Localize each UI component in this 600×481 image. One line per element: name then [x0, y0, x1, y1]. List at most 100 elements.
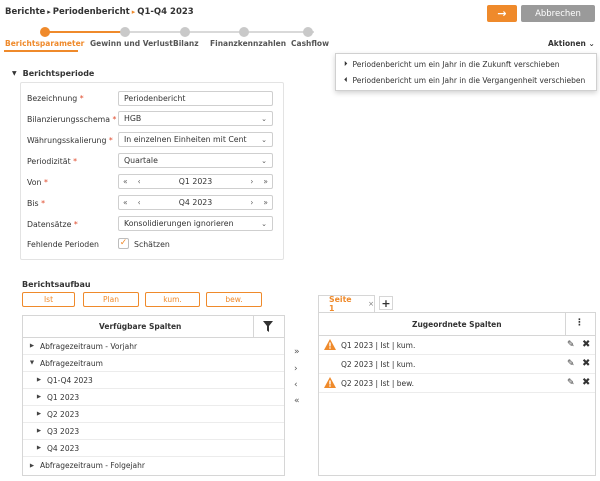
next-button[interactable]: →: [487, 5, 517, 22]
breadcrumb-separator-icon: ▸: [47, 8, 51, 16]
waehrungsskalierung-select[interactable]: In einzelnen Einheiten mit Cent ⌄: [118, 132, 273, 147]
step-berichtsparameter[interactable]: Berichtsparameter: [5, 39, 84, 48]
menu-item-shift-back[interactable]: ⏴ Periodenbericht um ein Jahr in die Ver…: [344, 76, 585, 85]
step-connector: [45, 31, 124, 33]
caret-right-icon: ▶: [36, 411, 42, 417]
label-datensaetze: Datensätze *: [27, 220, 78, 229]
datensaetze-select[interactable]: Konsolidierungen ignorieren ⌄: [118, 216, 273, 231]
kum-button[interactable]: kum.: [145, 292, 200, 307]
warning-icon: [324, 339, 336, 350]
last-icon[interactable]: »: [263, 177, 268, 186]
kebab-menu-icon[interactable]: ⋮: [575, 318, 584, 328]
step-finanzkennzahlen[interactable]: Finanzkennzahlen: [210, 39, 286, 48]
step-dot: [239, 27, 249, 37]
tree-item-q1-q4-2023[interactable]: ▶ Q1-Q4 2023: [23, 372, 284, 389]
next-icon[interactable]: ›: [250, 177, 253, 186]
breadcrumb-item-periodenbericht[interactable]: Periodenbericht: [53, 7, 130, 17]
edit-icon[interactable]: ✎: [567, 340, 575, 350]
tree-item-vorjahr[interactable]: ▶ Abfragezeitraum - Vorjahr: [23, 338, 284, 355]
assigned-row[interactable]: Q2 2023 | Ist | bew. ✎ ✖: [319, 374, 595, 393]
step-bilanz[interactable]: Bilanz: [173, 39, 199, 48]
verfuegbare-spalten-title: Verfügbare Spalten: [99, 322, 182, 331]
menu-item-shift-forward[interactable]: ⏵ Periodenbericht um ein Jahr in die Zuk…: [344, 60, 559, 69]
bilanzierungsschema-select[interactable]: HGB ⌄: [118, 111, 273, 126]
assigned-row[interactable]: Q1 2023 | Ist | kum. ✎ ✖: [319, 336, 595, 355]
tab-label: Seite 1: [329, 295, 352, 313]
delete-icon[interactable]: ✖: [582, 377, 590, 388]
last-icon[interactable]: »: [263, 198, 268, 207]
move-all-left-button[interactable]: «: [294, 396, 300, 406]
delete-icon[interactable]: ✖: [582, 339, 590, 350]
label-von: Von *: [27, 178, 48, 187]
tree-item-label: Abfragezeitraum - Vorjahr: [40, 341, 138, 351]
section-toggle-berichtsperiode[interactable]: ▼ Berichtsperiode: [12, 69, 94, 78]
breadcrumb-item-berichte[interactable]: Berichte: [5, 7, 45, 17]
assigned-row-label: Q1 2023 | Ist | kum.: [341, 341, 416, 350]
step-dot: [303, 27, 313, 37]
step-dot: [120, 27, 130, 37]
filter-icon[interactable]: [263, 321, 273, 332]
header-divider: [253, 316, 254, 338]
actions-dropdown: ⏵ Periodenbericht um ein Jahr in die Zuk…: [335, 53, 597, 91]
periodizitaet-select[interactable]: Quartale ⌄: [118, 153, 273, 168]
step-gewinn-und-verlust[interactable]: Gewinn und Verlust: [90, 39, 173, 48]
caret-right-icon: ▶: [36, 377, 42, 383]
assigned-row[interactable]: Q2 2023 | Ist | kum. ✎ ✖: [319, 355, 595, 374]
first-icon[interactable]: «: [123, 177, 128, 186]
actions-label: Aktionen: [548, 39, 586, 48]
tree-item-q1-2023[interactable]: ▶ Q1 2023: [23, 389, 284, 406]
ist-button[interactable]: Ist: [22, 292, 75, 307]
bis-period-picker: « ‹ Q4 2023 › »: [118, 195, 273, 210]
caret-right-icon: ▶: [29, 343, 35, 349]
label-bezeichnung: Bezeichnung *: [27, 94, 84, 103]
step-connector: [124, 31, 314, 33]
label-bis: Bis *: [27, 199, 45, 208]
step-dot: [180, 27, 190, 37]
actions-menu-button[interactable]: Aktionen ⌄: [548, 39, 595, 48]
move-right-button[interactable]: ›: [294, 364, 298, 374]
bis-value: Q4 2023: [178, 198, 213, 207]
tree-item-q2-2023[interactable]: ▶ Q2 2023: [23, 406, 284, 423]
caret-right-icon: ▶: [36, 394, 42, 400]
step-cashflow[interactable]: Cashflow: [291, 39, 329, 48]
step-dot-active: [40, 27, 50, 37]
tree-item-label: Q3 2023: [47, 426, 80, 436]
prev-icon[interactable]: ‹: [138, 198, 141, 207]
move-left-button[interactable]: ‹: [294, 380, 298, 390]
tree-item-abfragezeitraum[interactable]: ▼ Abfragezeitraum: [23, 355, 284, 372]
cancel-button[interactable]: Abbrechen: [521, 5, 595, 22]
tree-item-label: Q4 2023: [47, 443, 80, 453]
schaetzen-checkbox[interactable]: ✓: [118, 238, 129, 249]
tab-seite-1[interactable]: Seite 1 ×: [318, 295, 375, 313]
menu-item-label: Periodenbericht um ein Jahr in die Zukun…: [352, 60, 560, 69]
add-tab-button[interactable]: +: [379, 296, 393, 310]
next-icon[interactable]: ›: [250, 198, 253, 207]
label-bilanzierungsschema: Bilanzierungsschema *: [27, 115, 117, 124]
breadcrumb: Berichte ▸ Periodenbericht ▸ Q1-Q4 2023: [5, 7, 194, 17]
active-step-underline: [4, 50, 78, 52]
prev-icon[interactable]: ‹: [138, 177, 141, 186]
tree-item-label: Q1 2023: [47, 392, 80, 402]
skip-forward-icon: ⏵: [344, 60, 348, 68]
caret-down-icon: ▼: [29, 360, 35, 366]
close-icon[interactable]: ×: [368, 300, 374, 308]
breadcrumb-item-current: Q1-Q4 2023: [137, 7, 194, 17]
section-title: Berichtsperiode: [22, 69, 95, 78]
tree-item-q4-2023[interactable]: ▶ Q4 2023: [23, 440, 284, 457]
skip-back-icon: ⏴: [344, 76, 348, 84]
first-icon[interactable]: «: [123, 198, 128, 207]
bew-button[interactable]: bew.: [206, 292, 262, 307]
tree-item-folgejahr[interactable]: ▶ Abfragezeitraum - Folgejahr: [23, 457, 284, 474]
edit-icon[interactable]: ✎: [567, 359, 575, 369]
plan-button[interactable]: Plan: [83, 292, 139, 307]
tree-item-label: Q1-Q4 2023: [47, 375, 93, 385]
zugeordnete-spalten-title: Zugeordnete Spalten: [412, 320, 502, 329]
delete-icon[interactable]: ✖: [582, 358, 590, 369]
tree-item-q3-2023[interactable]: ▶ Q3 2023: [23, 423, 284, 440]
caret-right-icon: ▶: [29, 462, 35, 469]
caret-right-icon: ▶: [36, 445, 42, 451]
bezeichnung-input[interactable]: Periodenbericht: [118, 91, 273, 106]
edit-icon[interactable]: ✎: [567, 378, 575, 388]
chevron-down-icon: ⌄: [261, 114, 267, 123]
move-all-right-button[interactable]: »: [294, 347, 300, 357]
